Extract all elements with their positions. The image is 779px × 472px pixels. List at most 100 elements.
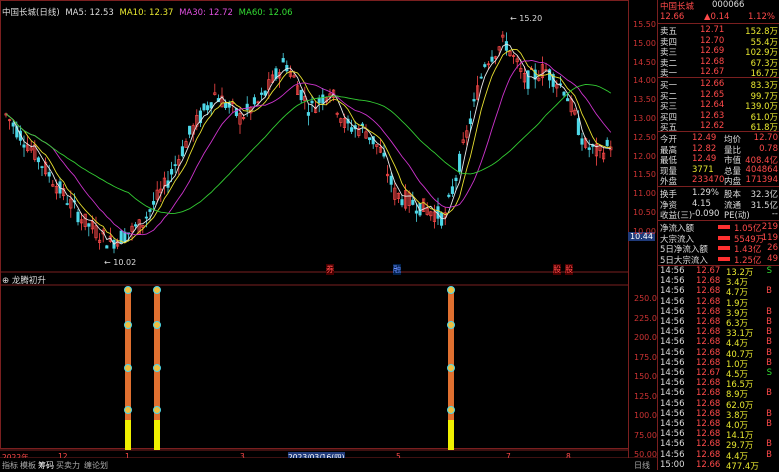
kline-chart-area[interactable]: 中国长城(日线) MA5: 12.53 MA10: 12.37 MA30: 12…	[0, 0, 662, 470]
main-chart-header: 中国长城(日线) MA5: 12.53 MA10: 12.37 MA30: 12…	[2, 6, 293, 18]
tick-time: 15:00	[660, 459, 685, 470]
signal-dot	[153, 364, 161, 372]
event-marker-gu-1[interactable]: 股	[553, 264, 561, 275]
tick-price: 12.68	[696, 378, 721, 389]
tab-chips[interactable]: 筹码	[38, 460, 54, 471]
signal-dot	[447, 406, 455, 414]
tick-row: 14:56 12.68 4.7万 B	[658, 286, 779, 298]
tick-time: 14:56	[660, 266, 685, 276]
candle-body	[483, 64, 487, 67]
candle-body	[310, 100, 314, 104]
ask-price: 12.67	[700, 67, 725, 77]
panel-separator	[658, 220, 779, 221]
ma5-label: MA5: 12.53	[65, 8, 114, 18]
ask-price: 12.71	[700, 25, 725, 35]
tick-side: B	[766, 449, 772, 460]
tab-buy-sell-power[interactable]: 买卖力	[56, 460, 80, 471]
candle-body	[317, 97, 321, 103]
quote-price-row: 12.66 ▲0.14 1.12%	[658, 12, 779, 23]
tick-row: 14:56 12.68 1.9万	[658, 296, 779, 309]
candle-body	[576, 118, 580, 136]
tick-time: 14:56	[660, 286, 685, 297]
signal-dot	[447, 321, 455, 329]
tick-side: B	[766, 419, 772, 429]
tick-price: 12.68	[696, 408, 721, 419]
tick-row: 14:56 12.68 6.3万 B	[658, 317, 779, 329]
stat-value: 12.70	[753, 133, 778, 143]
candle-body	[180, 146, 184, 157]
tick-price: 12.68	[696, 429, 721, 440]
flow-bar	[718, 225, 730, 229]
flow-row: 5日大宗流入 1.25亿 49	[658, 253, 779, 266]
candle-body	[440, 212, 444, 226]
signal-dot	[124, 406, 132, 414]
tab-indicator[interactable]: 指标	[2, 460, 18, 471]
candle-body	[454, 177, 458, 181]
candle-body	[47, 172, 51, 177]
candle-body	[587, 147, 591, 150]
tick-row: 14:56 12.68 14.1万	[658, 429, 779, 441]
candle-body	[173, 164, 177, 166]
tick-time: 14:56	[660, 439, 685, 450]
flow-extra: 49	[767, 253, 778, 264]
ma5-line	[5, 43, 611, 245]
candle-body	[245, 103, 249, 110]
tick-price: 12.68	[696, 286, 721, 297]
bid-row: 买五 12.62 61.8万	[658, 121, 779, 133]
candle-body	[224, 102, 228, 109]
signal-dot	[153, 286, 161, 294]
tick-price: 12.68	[696, 357, 721, 368]
period-daily-tab[interactable]: 日线	[634, 460, 650, 471]
candle-body	[188, 125, 192, 135]
stat-row: 换手 1.29% 股本 32.3亿	[658, 188, 779, 200]
tick-side: B	[766, 317, 772, 327]
chart-canvas[interactable]	[0, 0, 657, 470]
tick-time: 14:56	[660, 306, 685, 317]
candle-body	[389, 175, 393, 185]
candle-body	[87, 223, 91, 227]
flow-bar	[718, 246, 730, 250]
candle-body	[472, 99, 476, 102]
candle-body	[148, 209, 152, 212]
candle-body	[105, 245, 109, 249]
tick-side: B	[766, 327, 772, 338]
candle-body	[234, 108, 238, 117]
panel-separator	[658, 77, 779, 78]
tick-row: 14:56 12.68 4.4万 B	[658, 337, 779, 349]
tick-row: 14:56 12.68 3.8万 B	[658, 408, 779, 421]
tick-time: 14:56	[660, 296, 685, 307]
signal-dot	[153, 406, 161, 414]
tick-row: 14:56 12.67 4.5万 S	[658, 368, 779, 380]
candle-body	[76, 211, 80, 223]
flow-row: 5日净流入额 1.43亿 26	[658, 243, 779, 255]
tick-side: S	[766, 266, 772, 276]
tick-row: 14:56 12.68 33.1万 B	[658, 327, 779, 339]
ma30-label: MA30: 12.72	[179, 8, 233, 18]
candle-body	[321, 94, 325, 104]
bottom-tab-bar: 指标 模板 筹码 买卖力 缠论划 日线	[0, 458, 657, 470]
tick-time: 14:56	[660, 429, 685, 440]
tab-chan-theory[interactable]: 缠论划	[84, 460, 108, 471]
tick-side: B	[766, 408, 772, 419]
tick-side: B	[766, 388, 772, 399]
candle-body	[134, 224, 138, 227]
tick-time: 14:56	[660, 378, 685, 389]
candle-body	[411, 199, 415, 205]
event-marker-rong[interactable]: 融	[393, 264, 401, 275]
quote-panel: 中国长城 000066 12.66 ▲0.14 1.12% 卖五 12.71 152.8万 卖四…	[657, 0, 779, 472]
candle-body	[468, 118, 472, 125]
high-annotation: ← 15.20	[510, 14, 543, 23]
tick-time: 14:56	[660, 449, 685, 460]
candle-body	[152, 201, 156, 205]
flow-row: 大宗流入 5549万 119	[658, 233, 779, 245]
event-marker-rong-quan[interactable]: 券	[326, 264, 334, 275]
candle-body	[260, 92, 264, 95]
event-marker-gu-2[interactable]: 股	[565, 264, 573, 275]
stat-value: 171394	[745, 175, 778, 185]
tick-row: 14:56 12.68 4.4万 B	[658, 449, 779, 462]
tab-template[interactable]: 模板	[20, 460, 36, 471]
candle-body	[566, 98, 570, 102]
candle-body	[562, 91, 566, 96]
signal-bar-base	[448, 420, 454, 450]
ma10-line	[5, 48, 611, 244]
